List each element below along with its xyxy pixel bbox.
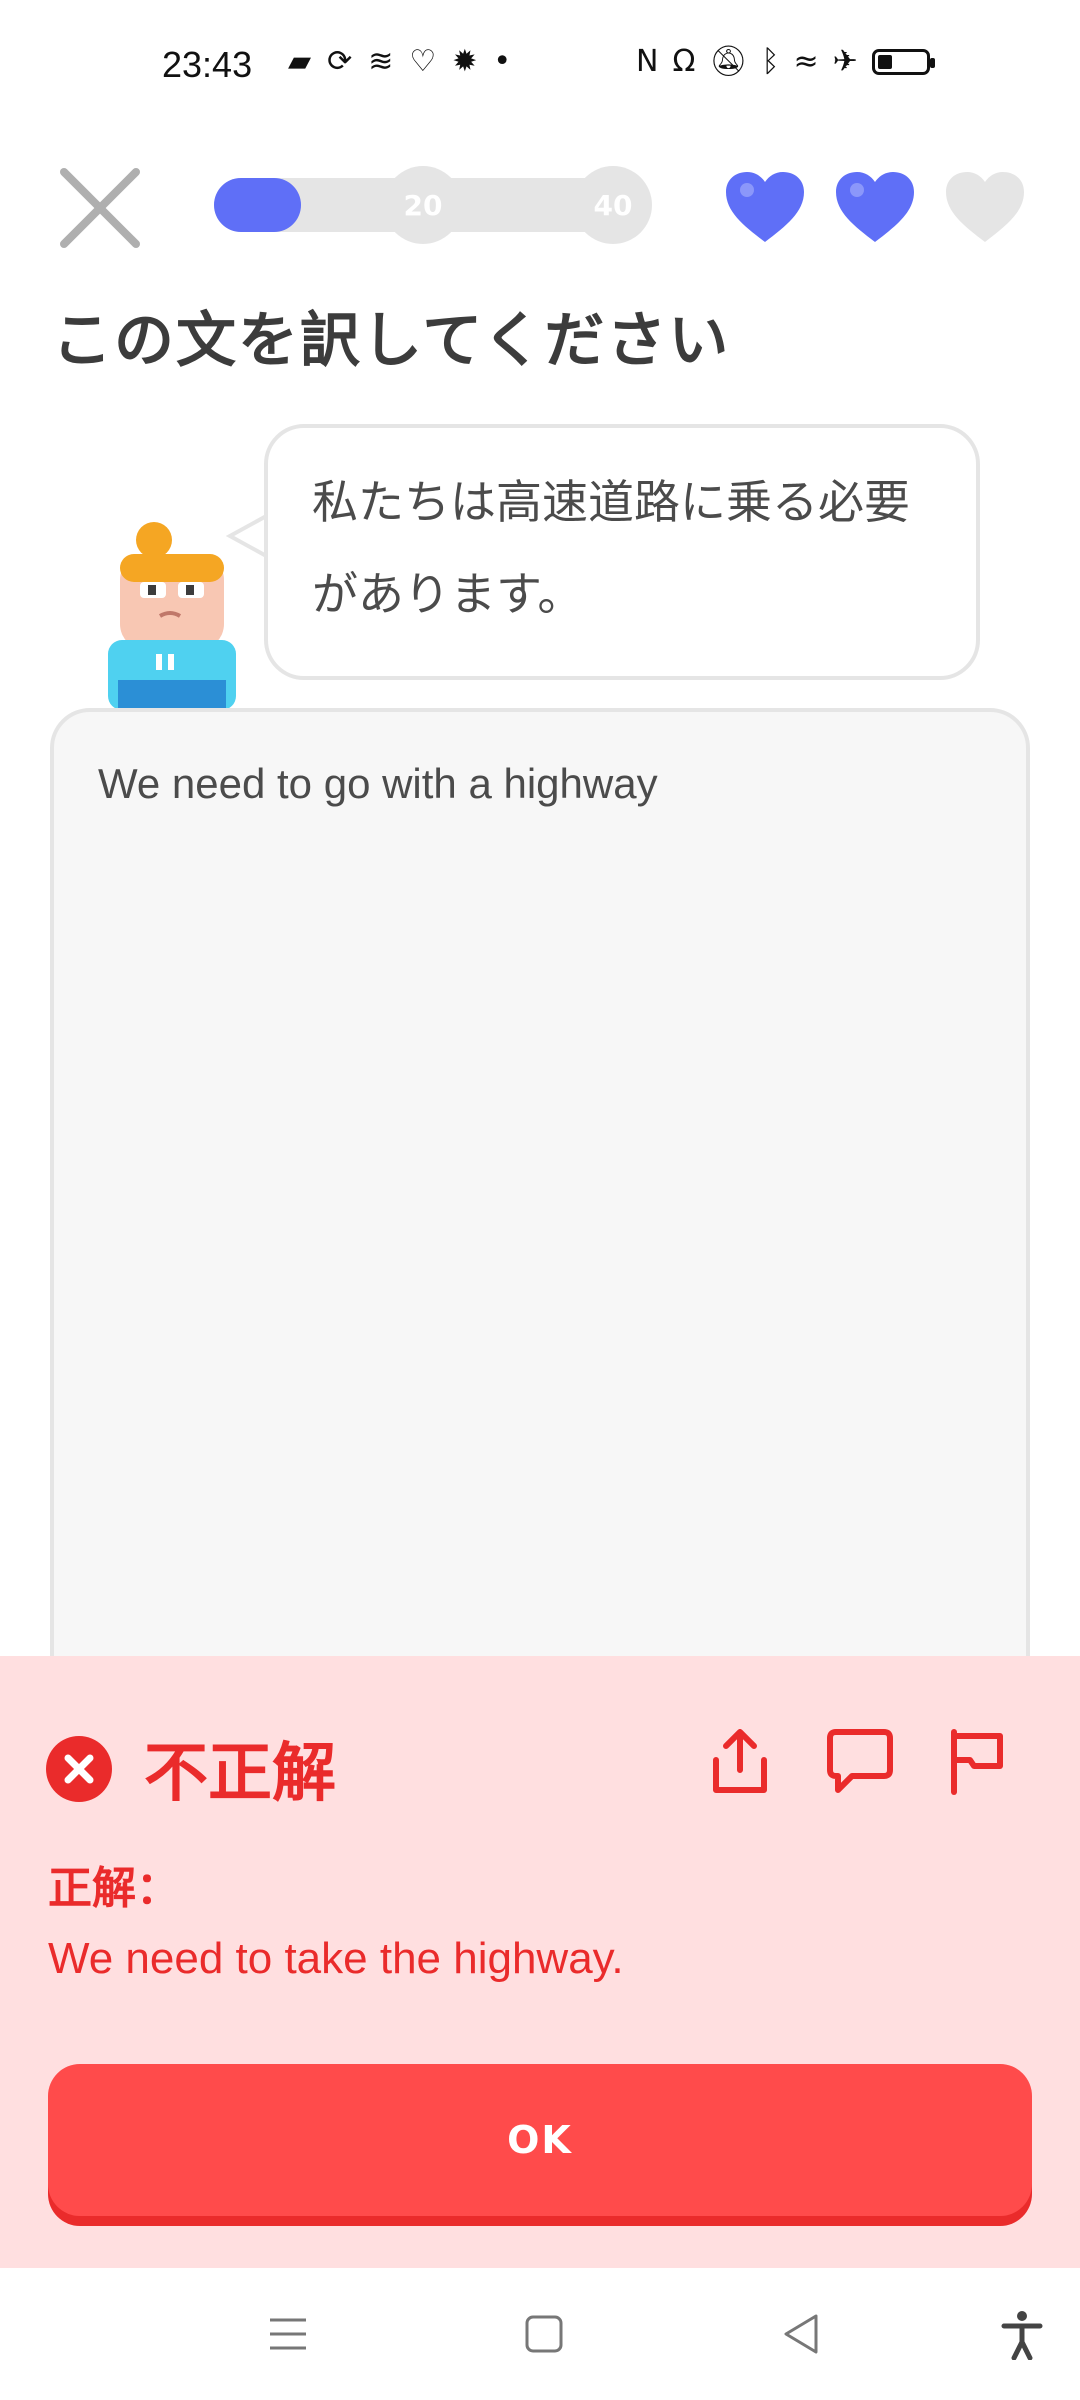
mute-icon: 🔕︎: [709, 44, 748, 79]
progress-fill: [214, 178, 301, 232]
milestone-20: 20: [384, 166, 462, 244]
bluetooth-icon: ᛒ: [761, 44, 780, 79]
news-icon: ▰: [288, 44, 312, 79]
heart-empty-icon: [946, 172, 1024, 242]
share-icon: [713, 1729, 767, 1793]
dot-icon: •: [493, 44, 512, 79]
battery-level: [877, 54, 892, 69]
correct-answer: We need to take the highway.: [48, 1934, 624, 1983]
home-icon: [525, 2315, 563, 2353]
source-sentence-line2: があります。: [312, 567, 584, 621]
activity-icon: ≋: [368, 44, 394, 79]
heart-full-icon: [836, 172, 914, 242]
sync-icon: ⟳: [327, 44, 353, 79]
heart-full-icon: [726, 172, 804, 242]
back-icon: [784, 2314, 818, 2354]
accessibility-icon: [1001, 2311, 1043, 2361]
milestone-40: 40: [574, 166, 652, 244]
home-button[interactable]: [518, 2308, 570, 2360]
source-sentence-line1: 私たちは高速道路に乗る必要: [312, 475, 910, 529]
notification-icons: ▰ ⟳ ≋ ♡ ✹ •: [288, 44, 511, 79]
menu-button[interactable]: [262, 2308, 314, 2360]
accessibility-button[interactable]: [996, 2308, 1048, 2361]
airplane-icon: ✈: [832, 44, 858, 79]
headphones-icon: Ω: [672, 44, 696, 79]
report-button[interactable]: [940, 1724, 1016, 1800]
ok-button[interactable]: OK: [48, 2064, 1032, 2216]
gear-bug-icon: ✹: [452, 44, 478, 79]
incorrect-icon: [46, 1736, 112, 1802]
hearts: [724, 170, 1026, 244]
speech-bubble[interactable]: 私たちは高速道路に乗る必要 があります。: [264, 424, 980, 680]
source-sentence: 私たちは高速道路に乗る必要 があります。: [312, 456, 932, 640]
heart-outline-icon: ♡: [409, 44, 437, 79]
status-time: 23:43: [162, 44, 253, 85]
flag-icon: [951, 1729, 1003, 1795]
discuss-button[interactable]: [822, 1724, 898, 1800]
correct-answer-label: 正解：: [48, 1863, 180, 1914]
answer-text: We need to go with a highway: [98, 760, 658, 807]
system-icons: N Ω 🔕︎ ᛒ ≈ ✈: [636, 44, 935, 79]
status-bar: 23:43 ▰ ⟳ ≋ ♡ ✹ • N Ω 🔕︎ ᛒ ≈ ✈: [0, 0, 1080, 140]
close-icon: [60, 168, 140, 248]
answer-textarea[interactable]: We need to go with a highway: [50, 708, 1030, 1708]
wifi-icon: ≈: [793, 44, 819, 79]
menu-icon: [270, 2318, 306, 2350]
comment-icon: [827, 1729, 893, 1793]
back-button[interactable]: [776, 2308, 828, 2360]
feedback-status: 不正解: [144, 1737, 336, 1811]
share-button[interactable]: [702, 1724, 778, 1800]
page-title: この文を訳してください: [52, 306, 731, 376]
close-button[interactable]: [52, 160, 148, 256]
battery-icon: [871, 48, 935, 75]
nfc-icon: N: [636, 44, 659, 79]
lesson-progress-bar: 20 40: [214, 166, 652, 244]
